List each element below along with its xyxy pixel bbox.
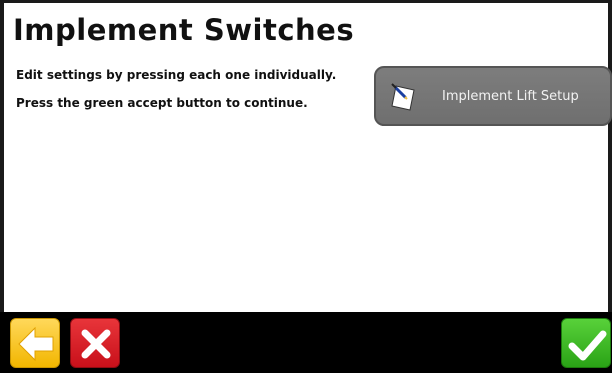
footer-bar xyxy=(0,312,612,373)
instruction-line-2: Press the green accept button to continu… xyxy=(16,96,308,110)
page-title: Implement Switches xyxy=(13,13,355,47)
instruction-line-1: Edit settings by pressing each one indiv… xyxy=(16,68,337,82)
close-x-icon xyxy=(81,329,111,359)
instructions: Edit settings by pressing each one indiv… xyxy=(16,69,346,125)
left-arrow-icon xyxy=(18,326,54,362)
back-button[interactable] xyxy=(10,318,60,368)
implement-lift-setup-button[interactable]: Implement Lift Setup xyxy=(374,66,612,126)
cancel-button[interactable] xyxy=(70,318,120,368)
notepad-pencil-icon xyxy=(390,82,418,112)
accept-button[interactable] xyxy=(561,318,611,368)
implement-lift-setup-label: Implement Lift Setup xyxy=(442,89,579,104)
checkmark-icon xyxy=(568,330,607,361)
